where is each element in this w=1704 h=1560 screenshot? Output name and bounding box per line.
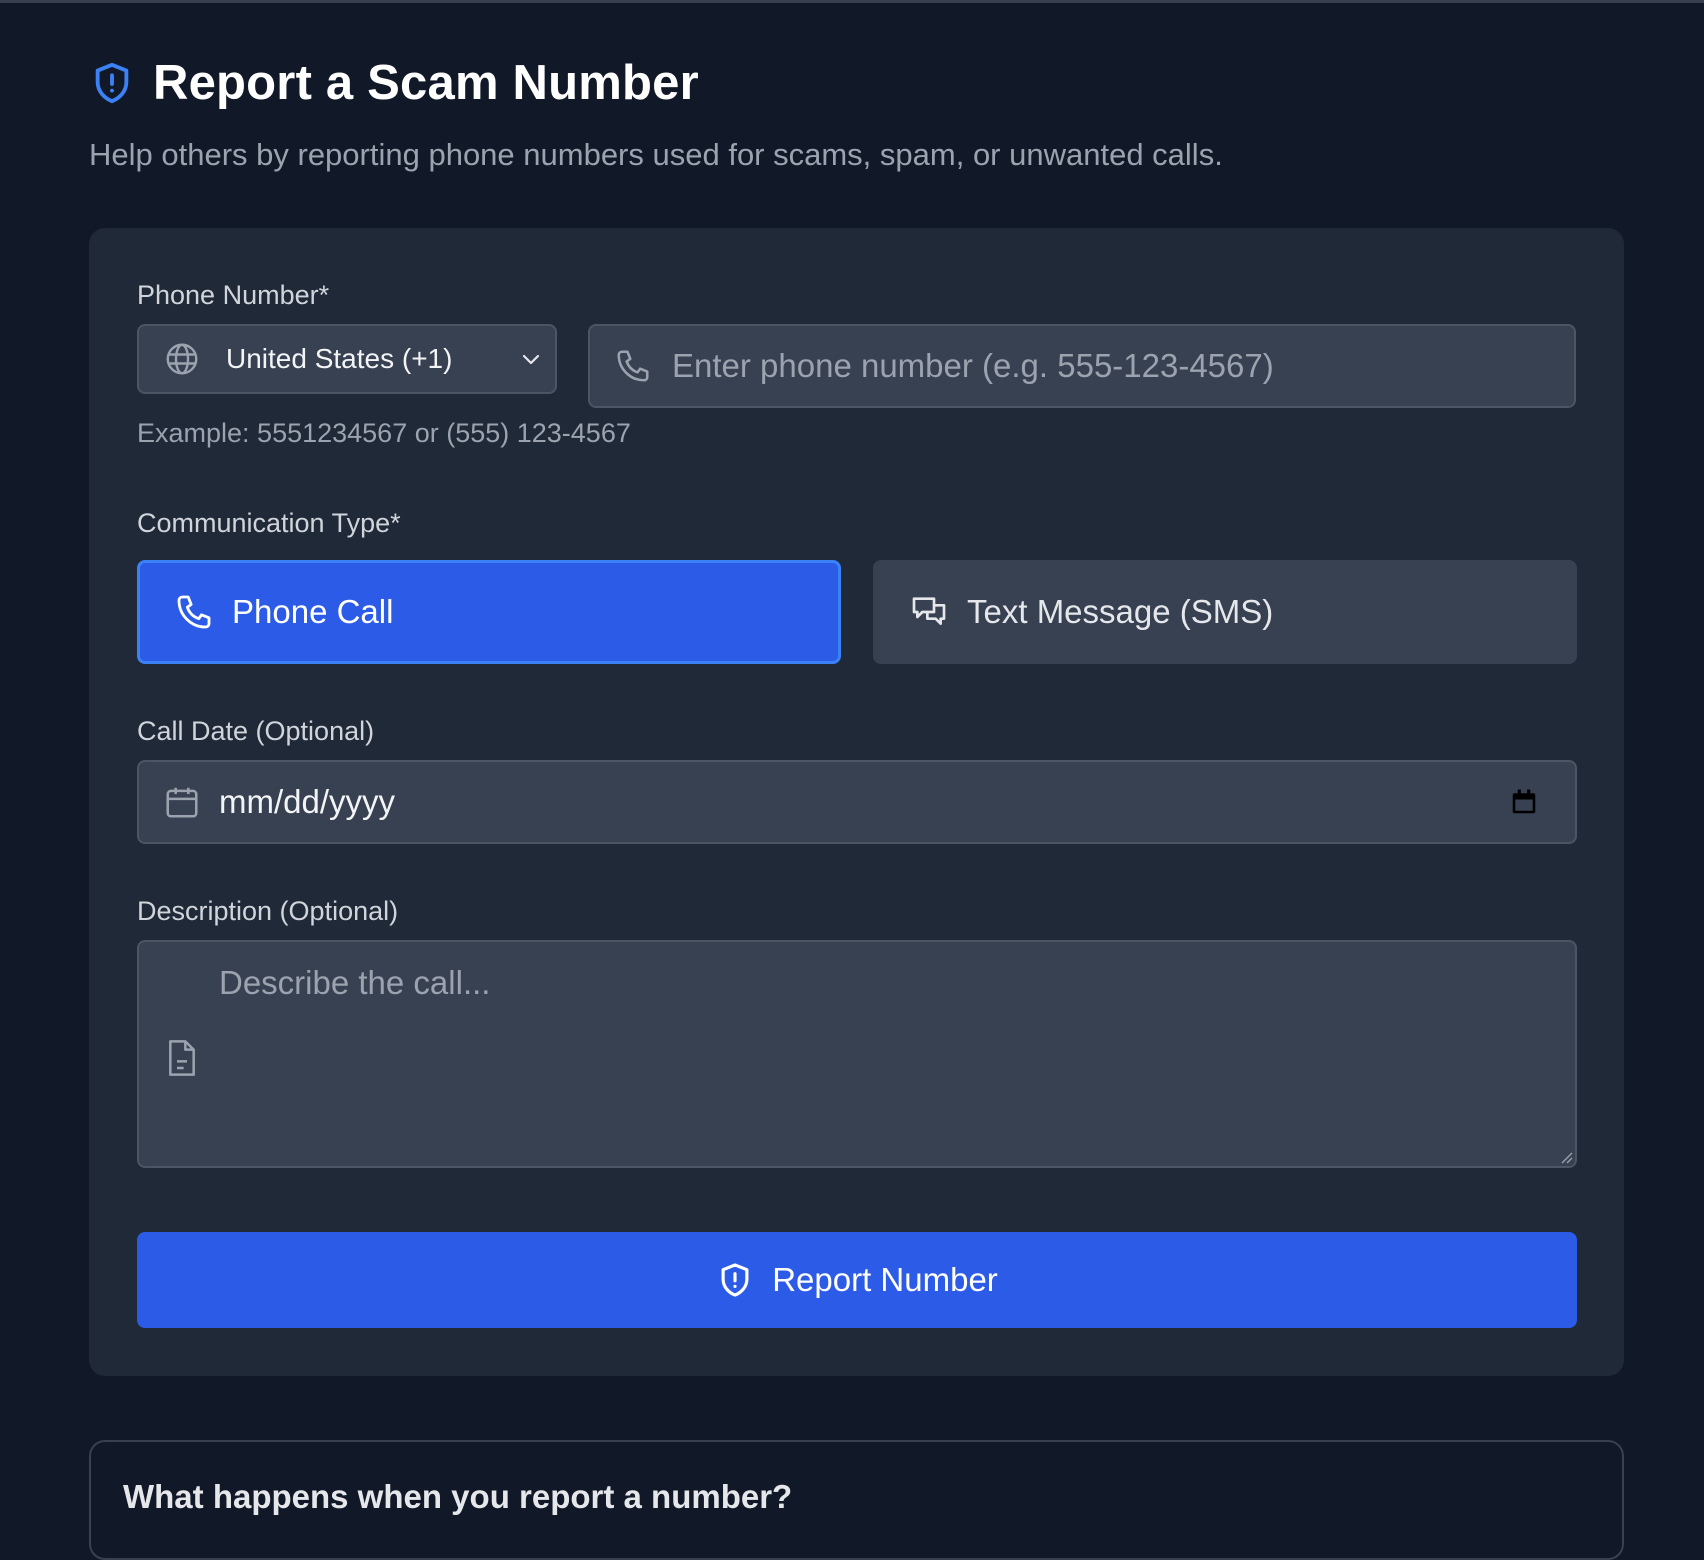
phone-number-placeholder: Enter phone number (e.g. 555-123-4567) <box>672 347 1274 384</box>
page-title: Report a Scam Number <box>153 56 699 110</box>
communication-type-label: Communication Type* <box>137 508 401 538</box>
call-date-value: mm/dd/yyyy <box>219 783 396 820</box>
phone-call-option[interactable]: Phone Call <box>137 560 841 664</box>
calendar-icon <box>163 783 201 821</box>
text-message-label: Text Message (SMS) <box>967 593 1274 630</box>
phone-icon <box>174 592 214 632</box>
phone-icon <box>614 347 652 385</box>
info-section-title: What happens when you report a number? <box>123 1478 793 1515</box>
resize-handle-icon[interactable] <box>1559 1150 1573 1164</box>
text-message-option[interactable]: Text Message (SMS) <box>873 560 1577 664</box>
message-icon <box>909 592 949 632</box>
chevron-down-icon <box>519 347 543 371</box>
country-select-value: United States (+1) <box>226 343 453 374</box>
header: Report a Scam Number <box>89 55 699 111</box>
report-number-button[interactable]: Report Number <box>137 1232 1577 1328</box>
description-placeholder: Describe the call... <box>219 964 491 1001</box>
phone-number-input[interactable]: Enter phone number (e.g. 555-123-4567) <box>588 324 1576 408</box>
report-number-label: Report Number <box>772 1261 998 1298</box>
phone-number-hint: Example: 5551234567 or (555) 123-4567 <box>137 418 631 448</box>
phone-call-label: Phone Call <box>232 593 394 630</box>
top-border <box>0 0 1704 3</box>
description-label: Description (Optional) <box>137 896 399 926</box>
description-textarea[interactable]: Describe the call... <box>137 940 1577 1168</box>
info-section-card: What happens when you report a number? <box>89 1440 1624 1560</box>
shield-alert-icon <box>89 60 135 106</box>
call-date-label: Call Date (Optional) <box>137 716 375 746</box>
date-picker-icon[interactable] <box>1509 787 1539 817</box>
phone-number-label: Phone Number* <box>137 280 330 310</box>
country-select[interactable]: United States (+1) <box>137 324 557 394</box>
report-form-card: Phone Number* United States (+1) Enter p… <box>89 228 1624 1376</box>
globe-icon <box>164 341 200 377</box>
call-date-input[interactable]: mm/dd/yyyy <box>137 760 1577 844</box>
shield-alert-icon <box>716 1261 754 1299</box>
page-subtitle: Help others by reporting phone numbers u… <box>89 137 1223 172</box>
document-icon <box>165 1038 199 1078</box>
